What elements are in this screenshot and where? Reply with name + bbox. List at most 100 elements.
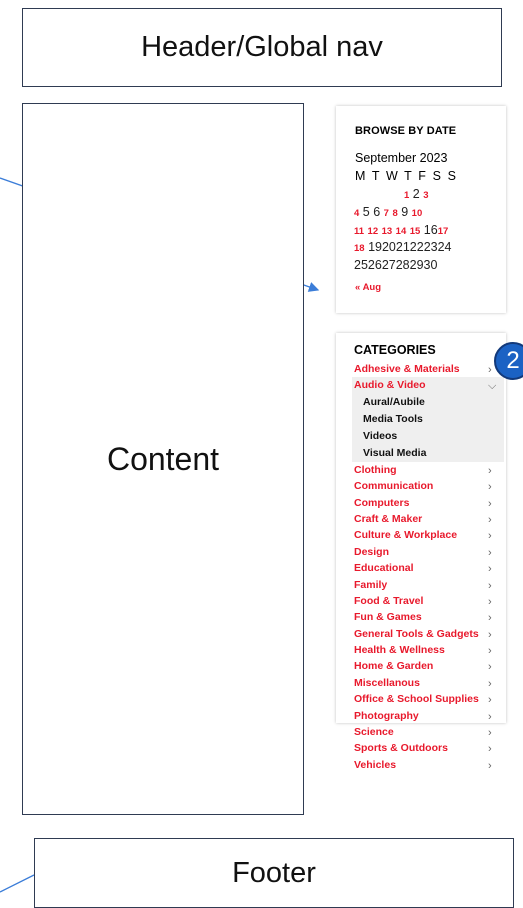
chevron-right-icon[interactable]: › bbox=[488, 709, 492, 725]
chevron-right-icon[interactable]: › bbox=[488, 643, 492, 659]
chevron-right-icon[interactable]: › bbox=[488, 496, 492, 512]
chevron-right-icon[interactable]: › bbox=[488, 479, 492, 495]
category-item[interactable]: Design › bbox=[354, 544, 504, 560]
calendar-day-link[interactable]: 18 bbox=[354, 243, 365, 254]
category-item[interactable]: Family › bbox=[354, 577, 504, 593]
category-label: Culture & Workplace bbox=[354, 529, 458, 542]
header-global-nav-box: Header/Global nav bbox=[22, 8, 502, 87]
calendar-day: 25 bbox=[354, 258, 368, 272]
category-item[interactable]: Educational › bbox=[354, 560, 504, 576]
calendar-day-link[interactable]: 7 bbox=[384, 208, 389, 219]
calendar-week-2: 4 5 6 7 8 9 10 bbox=[354, 205, 422, 219]
chevron-right-icon[interactable]: › bbox=[488, 659, 492, 675]
chevron-right-icon[interactable]: › bbox=[488, 463, 492, 479]
category-item[interactable]: Sports & Outdoors › bbox=[354, 740, 504, 756]
chevron-right-icon[interactable]: › bbox=[488, 594, 492, 610]
category-item[interactable]: Food & Travel › bbox=[354, 593, 504, 609]
category-item[interactable]: Culture & Workplace › bbox=[354, 527, 504, 543]
subcategory-item[interactable]: Videos bbox=[354, 428, 504, 445]
subcategory-group: Audio & Video ⌵ Aural/Aubile Media Tools Vid… bbox=[352, 377, 504, 462]
chevron-right-icon[interactable]: › bbox=[488, 610, 492, 626]
category-item[interactable]: Audio & Video ⌵ bbox=[354, 377, 504, 393]
subcategory-item[interactable]: Aural/Aubile bbox=[354, 394, 504, 411]
calendar-day: 9 bbox=[401, 205, 409, 219]
category-label: General Tools & Gadgets bbox=[354, 627, 479, 640]
calendar-day-link[interactable]: 1 bbox=[404, 190, 409, 201]
category-item[interactable]: Photography › bbox=[354, 708, 504, 724]
chevron-right-icon[interactable]: › bbox=[488, 512, 492, 528]
category-item[interactable]: Health & Wellness › bbox=[354, 642, 504, 658]
category-item[interactable]: Miscellanous › bbox=[354, 675, 504, 691]
calendar-day: 5 bbox=[362, 205, 370, 219]
calendar-day: 19 bbox=[368, 240, 382, 254]
chevron-right-icon[interactable]: › bbox=[488, 545, 492, 561]
calendar-day-link[interactable]: 8 bbox=[392, 208, 397, 219]
calendar-week-4: 18 192021222324 bbox=[354, 240, 452, 254]
category-item[interactable]: Fun & Games › bbox=[354, 609, 504, 625]
calendar-month: September 2023 bbox=[355, 151, 448, 165]
category-item[interactable]: Home & Garden › bbox=[354, 658, 504, 674]
previous-month-link[interactable]: « Aug bbox=[355, 282, 381, 293]
calendar-day: 26 bbox=[367, 258, 382, 272]
chevron-right-icon[interactable]: › bbox=[488, 758, 492, 774]
category-label: Vehicles bbox=[354, 758, 397, 771]
category-item[interactable]: Science › bbox=[354, 724, 504, 740]
calendar-day: 21 bbox=[395, 240, 410, 254]
chevron-right-icon[interactable]: › bbox=[488, 362, 492, 378]
content-box: Content bbox=[22, 103, 304, 815]
category-label: Craft & Maker bbox=[354, 512, 423, 525]
calendar-day-link[interactable]: 3 bbox=[423, 190, 428, 201]
category-label: Science bbox=[354, 726, 394, 739]
calendar-day-link[interactable]: 10 bbox=[412, 208, 423, 219]
chevron-right-icon[interactable]: › bbox=[488, 627, 492, 643]
category-item[interactable]: Communication › bbox=[354, 478, 504, 494]
category-label: Fun & Games bbox=[354, 611, 422, 624]
calendar-day-link[interactable]: 11 bbox=[354, 226, 364, 237]
category-label: Health & Wellness bbox=[354, 644, 445, 657]
calendar-day: 27 bbox=[381, 258, 396, 272]
chevron-right-icon[interactable]: › bbox=[488, 578, 492, 594]
calendar-week-1: 1 2 3 bbox=[404, 187, 429, 201]
chevron-down-icon[interactable]: ⌵ bbox=[488, 378, 496, 394]
calendar-title: BROWSE BY DATE bbox=[355, 125, 457, 137]
calendar-week-3: 11 12 13 14 15 1617 bbox=[354, 223, 448, 237]
calendar-day-link[interactable]: 13 bbox=[382, 226, 393, 237]
chevron-right-icon[interactable]: › bbox=[488, 741, 492, 757]
category-item[interactable]: Adhesive & Materials › bbox=[354, 361, 504, 377]
category-label: Photography bbox=[354, 709, 419, 722]
category-item[interactable]: Craft & Maker › bbox=[354, 511, 504, 527]
chevron-right-icon[interactable]: › bbox=[488, 528, 492, 544]
category-label: Food & Travel bbox=[354, 594, 424, 607]
category-item[interactable]: General Tools & Gadgets › bbox=[354, 626, 504, 642]
category-label: Clothing bbox=[354, 463, 397, 476]
subcategory-item[interactable]: Visual Media bbox=[354, 445, 504, 462]
category-label: Office & School Supplies bbox=[354, 693, 479, 706]
category-item[interactable]: Vehicles › bbox=[354, 757, 504, 773]
category-item[interactable]: Office & School Supplies › bbox=[354, 691, 504, 707]
chevron-right-icon[interactable]: › bbox=[488, 725, 492, 741]
calendar-day: 6 bbox=[373, 205, 381, 219]
calendar-day: 2 bbox=[412, 187, 420, 201]
subcategory-item[interactable]: Media Tools bbox=[354, 411, 504, 428]
category-label: Home & Garden bbox=[354, 660, 434, 673]
calendar-day-link[interactable]: 4 bbox=[354, 208, 359, 219]
category-label: Audio & Video bbox=[354, 379, 426, 392]
calendar-weekdays: M T W T F S S bbox=[355, 169, 458, 183]
category-label: Family bbox=[354, 578, 388, 591]
calendar-day-link[interactable]: 15 bbox=[410, 226, 421, 237]
chevron-right-icon[interactable]: › bbox=[488, 561, 492, 577]
category-item[interactable]: Computers › bbox=[354, 495, 504, 511]
calendar-week-5: 252627282930 bbox=[354, 258, 437, 272]
category-item[interactable]: Clothing › bbox=[354, 462, 504, 478]
calendar-day-link[interactable]: 12 bbox=[368, 226, 379, 237]
chevron-right-icon[interactable]: › bbox=[488, 692, 492, 708]
category-label: Miscellanous bbox=[354, 676, 420, 689]
calendar-day: 16 bbox=[423, 223, 438, 237]
calendar-day-link[interactable]: 17 bbox=[438, 226, 449, 237]
calendar-day: 20 bbox=[381, 240, 396, 254]
chevron-right-icon[interactable]: › bbox=[488, 676, 492, 692]
category-label: Computers bbox=[354, 496, 410, 509]
calendar-day: 22 bbox=[409, 240, 424, 254]
categories-title: CATEGORIES bbox=[354, 343, 436, 357]
calendar-day-link[interactable]: 14 bbox=[396, 226, 407, 237]
